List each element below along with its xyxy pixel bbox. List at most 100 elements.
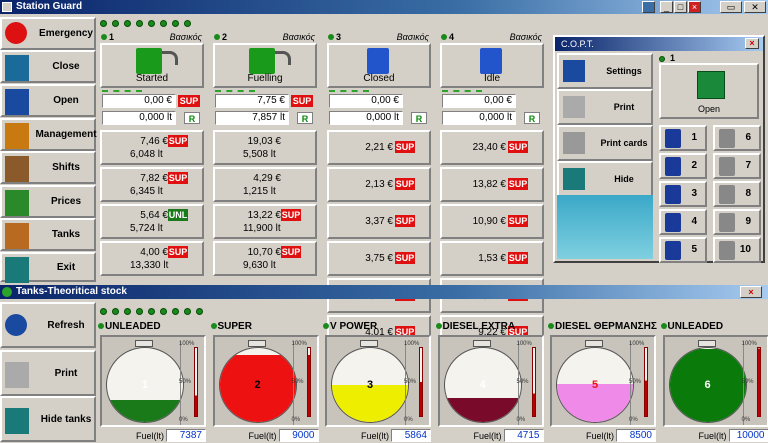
- tanks-close-button[interactable]: ×: [740, 286, 762, 298]
- fuel-label: Fuel(lt): [698, 431, 727, 441]
- transaction-button[interactable]: 23,40 € SUP: [440, 130, 544, 165]
- tank-status-dot: [660, 323, 667, 329]
- hide-icon: [563, 168, 585, 190]
- nav-management-button[interactable]: Management: [0, 118, 97, 151]
- tank-gauge: 100% 50% 0%: [404, 341, 425, 425]
- pump-amount: 7,75 €: [215, 94, 289, 108]
- tank-number: 5: [591, 379, 599, 391]
- app-menu-icon[interactable]: [642, 1, 655, 13]
- copt-pump-6-button[interactable]: 6: [713, 125, 761, 151]
- transaction-tag: SUP: [395, 214, 415, 227]
- transaction-button[interactable]: 19,03 € 5,508 lt: [213, 130, 317, 165]
- nav-close-button[interactable]: Close: [0, 50, 96, 83]
- transaction-button[interactable]: 2,13 € SUP: [327, 167, 431, 202]
- pump-control-button[interactable]: Closed: [327, 43, 431, 88]
- pump-activity-indicator: [102, 90, 142, 93]
- pump-number: 4: [449, 32, 455, 42]
- transaction-button[interactable]: 13,22 € SUP 11,900 lt: [213, 204, 317, 239]
- close-app-button[interactable]: ×: [688, 1, 701, 13]
- transaction-button[interactable]: 3,75 € SUP: [327, 241, 431, 276]
- copt-close-button[interactable]: ×: [745, 38, 759, 49]
- maximize-button[interactable]: □: [674, 1, 687, 13]
- pump-4: 4 Βασικός Idle 0,00 €0,000 lt R 23,40 € SUP 13,…: [440, 31, 544, 350]
- fuel-pump-icon: [719, 129, 735, 148]
- copt-pump-9-button[interactable]: 9: [713, 209, 761, 235]
- nav-emergency-button[interactable]: Emergency: [0, 17, 96, 50]
- transaction-button[interactable]: 10,70 € SUP 9,630 lt: [213, 241, 317, 276]
- tank-vessel: 1: [106, 347, 184, 423]
- transaction-button[interactable]: 3,37 € SUP: [327, 204, 431, 239]
- transaction-amount: 4,00 €: [140, 247, 168, 258]
- copt-settings-button[interactable]: Settings: [557, 53, 653, 89]
- gauge-tick-label: 50%: [291, 379, 304, 385]
- pump-liters: 0,000 lt: [102, 111, 176, 125]
- copt-print-cards-button[interactable]: Print cards: [557, 125, 653, 161]
- transaction-button[interactable]: 4,29 € 1,215 lt: [213, 167, 317, 202]
- copt-pump-1-button[interactable]: 1: [659, 125, 707, 151]
- pump-dot: [328, 34, 334, 40]
- transaction-button[interactable]: 2,21 € SUP: [327, 130, 431, 165]
- transaction-button[interactable]: 7,82 € SUP 6,345 lt: [100, 167, 204, 202]
- copt-hide-button[interactable]: Hide: [557, 161, 653, 197]
- tanks-refresh-button[interactable]: Refresh: [0, 302, 96, 348]
- tank-6[interactable]: UNLEADED 6 100% 50% 0% Fuel(lt) 10000: [659, 319, 768, 443]
- window-close-button[interactable]: ✕: [744, 1, 766, 13]
- copt-pump-10-button[interactable]: 10: [713, 237, 761, 263]
- tank-4[interactable]: DIESEL EXTRA 4 100% 50% 0% Fuel(lt) 4715: [434, 319, 546, 443]
- transaction-button[interactable]: 1,53 € SUP: [440, 241, 544, 276]
- transaction-tag: SUP: [395, 251, 415, 264]
- printer-icon: [563, 96, 585, 118]
- copt-pump-4-button[interactable]: 4: [659, 209, 707, 235]
- transaction-tag: SUP: [508, 251, 528, 264]
- pump-amount-tag: SUP: [291, 95, 313, 107]
- copt-print-button[interactable]: Print: [557, 89, 653, 125]
- price-list-icon: [5, 190, 29, 216]
- transaction-button[interactable]: 4,00 € SUP 13,330 lt: [100, 241, 204, 276]
- pump-status: Started: [135, 73, 169, 84]
- fuel-label: Fuel(lt): [248, 431, 277, 441]
- pump-liters: 7,857 lt: [215, 111, 289, 125]
- tank-number: 3: [366, 379, 374, 391]
- pump-header: 2 Βασικός: [213, 31, 317, 43]
- nav-label: Close: [52, 61, 80, 72]
- refresh-icon: [5, 314, 27, 336]
- pump-control-button[interactable]: Fuelling: [213, 43, 317, 88]
- restore-button[interactable]: ▭: [720, 1, 742, 13]
- copt-pump-8-button[interactable]: 8: [713, 181, 761, 207]
- pump-number: 3: [336, 32, 342, 42]
- nav-prices-button[interactable]: Prices: [0, 185, 96, 218]
- tanks-print-button[interactable]: Print: [0, 350, 96, 396]
- tank-3[interactable]: V POWER 3 100% 50% 0% Fuel(lt) 5864: [321, 319, 433, 443]
- app-title: Station Guard: [16, 1, 83, 12]
- gauge-tick-label: 50%: [741, 379, 754, 385]
- transaction-button[interactable]: 10,90 € SUP: [440, 204, 544, 239]
- copt-terminal-button[interactable]: Open: [659, 63, 759, 119]
- pump-control-button[interactable]: Idle: [440, 43, 544, 88]
- nav-shifts-button[interactable]: Shifts: [0, 151, 96, 184]
- copt-button-label: Hide: [614, 174, 634, 184]
- transaction-liters: 6,048 lt: [130, 149, 163, 160]
- copt-pump-5-button[interactable]: 5: [659, 237, 707, 263]
- pump-1: 1 Βασικός Started 0,00 € SUP 0,000 lt R 7,46 € S…: [100, 31, 204, 281]
- copt-pump-7-button[interactable]: 7: [713, 153, 761, 179]
- tank-2[interactable]: SUPER 2 100% 50% 0% Fuel(lt) 9000: [209, 319, 321, 443]
- nav-tanks-button[interactable]: Tanks: [0, 218, 96, 251]
- copt-pump-3-button[interactable]: 3: [659, 181, 707, 207]
- tanks-hide-tanks-button[interactable]: Hide tanks: [0, 396, 96, 442]
- minimize-button[interactable]: _: [660, 1, 673, 13]
- nav-exit-button[interactable]: Exit: [0, 252, 96, 283]
- copt-pump-2-button[interactable]: 2: [659, 153, 707, 179]
- tank-5[interactable]: DIESEL ΘΕΡΜΑΝΣΗΣ 5 100% 50% 0% Fuel(lt) 8500: [546, 319, 658, 443]
- hide-tanks-icon: [5, 408, 29, 434]
- copt-pump-number: 4: [691, 216, 697, 227]
- transaction-button[interactable]: 5,64 € UNL 5,724 lt: [100, 204, 204, 239]
- pump-name: Βασικός: [509, 32, 542, 42]
- transaction-amount: 3,37 €: [365, 215, 393, 227]
- transaction-button[interactable]: 13,82 € SUP: [440, 167, 544, 202]
- tank-1[interactable]: UNLEADED 1 100% 50% 0% Fuel(lt) 7387: [96, 319, 208, 443]
- gauge-bar: [194, 347, 198, 417]
- nav-open-button[interactable]: Open: [0, 84, 96, 117]
- transaction-button[interactable]: 7,46 € SUP 6,048 lt: [100, 130, 204, 165]
- pump-control-button[interactable]: Started: [100, 43, 204, 88]
- pump-dot: [101, 34, 107, 40]
